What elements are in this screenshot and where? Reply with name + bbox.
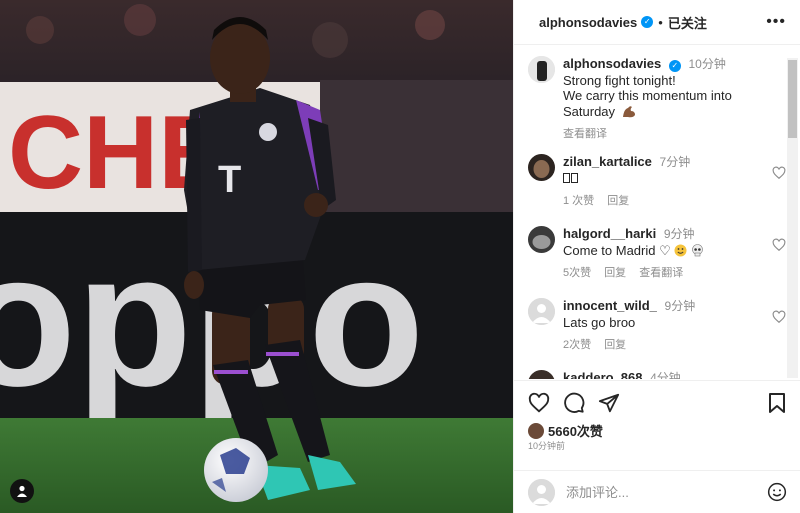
flexed-biceps-icon [622, 105, 635, 117]
comment-item: zilan_kartalice 7分钟 1 次赞 回复 [528, 154, 786, 210]
comment-likes[interactable]: 2次赞 [563, 339, 591, 351]
avatar-image [528, 154, 555, 181]
photo-scene: CHE oppo T [0, 0, 513, 513]
action-icons [528, 392, 620, 414]
more-options-icon[interactable]: ••• [766, 13, 786, 31]
post-photo[interactable]: CHE oppo T [0, 0, 513, 513]
post-side-panel: alphonsodavies ✓ • 已关注 ••• alphonsodavie… [513, 0, 800, 513]
jersey-logo: T [218, 159, 241, 201]
see-translation-link[interactable]: 查看翻译 [639, 267, 683, 279]
caption-line-3: Saturday [563, 104, 763, 120]
person-icon [17, 485, 27, 497]
likes-summary[interactable]: 5660次赞 [528, 421, 603, 440]
avatar-image [528, 226, 555, 253]
comment-body: halgord__harki 9分钟 Come to Madrid ♡ 5次赞 … [563, 226, 763, 282]
following-button[interactable]: 已关注 [668, 13, 707, 32]
comment-text: Come to Madrid ♡ [563, 243, 763, 259]
comment-username[interactable]: kaddero_868 [563, 370, 643, 379]
missing-glyph-icon [571, 172, 578, 183]
reply-button[interactable]: 回复 [607, 195, 629, 207]
comment-time: 4分钟 [650, 371, 681, 379]
comment-item: innocent_wild_ 9分钟 Lats go broo 2次赞 回复 [528, 298, 786, 354]
default-avatar-icon [528, 298, 555, 325]
like-heart-icon[interactable] [528, 392, 550, 414]
comment-text: Lats go broo [563, 314, 636, 330]
comment-username[interactable]: halgord__harki [563, 226, 656, 241]
caption-meta: 查看翻译 [563, 127, 763, 143]
scrollbar-thumb[interactable] [788, 60, 797, 138]
avatar[interactable] [528, 226, 555, 253]
comment-body: innocent_wild_ 9分钟 Lats go broo 2次赞 回复 [563, 298, 763, 354]
add-comment-input[interactable] [566, 484, 756, 500]
comment-text [563, 171, 763, 187]
avatar-image [528, 370, 555, 379]
comment-time: 7分钟 [659, 155, 691, 169]
verified-badge-icon: ✓ [641, 16, 654, 28]
caption-time: 10分钟 [688, 57, 726, 71]
comment-meta: 5次赞 回复 查看翻译 [563, 266, 763, 282]
default-avatar-icon [528, 478, 555, 506]
comment-likes[interactable]: 5次赞 [563, 267, 591, 279]
instagram-post-viewer: CHE oppo T [0, 0, 800, 513]
liker-avatar [528, 422, 544, 439]
like-comment-heart-icon[interactable] [772, 166, 786, 180]
caption-line-3-text: Saturday [563, 103, 616, 119]
tagged-user-icon[interactable] [10, 479, 34, 503]
caption-username[interactable]: alphonsodavies [563, 56, 661, 71]
avatar[interactable] [528, 56, 555, 83]
comment-username[interactable]: innocent_wild_ [563, 298, 657, 313]
comments-list[interactable]: alphonsodavies ✓ 10分钟 Strong fight tonig… [514, 46, 786, 379]
current-user-avatar [528, 478, 555, 506]
comment-meta: 1 次赞 回复 [563, 194, 763, 210]
comment-time: 9分钟 [663, 227, 695, 241]
reply-button[interactable]: 回复 [604, 339, 626, 351]
comment-item: halgord__harki 9分钟 Come to Madrid ♡ 5次赞 … [528, 226, 786, 282]
caption-line-1: Strong fight tonight! [563, 72, 676, 88]
like-comment-heart-icon[interactable] [772, 310, 786, 324]
save-bookmark-icon[interactable] [767, 392, 787, 414]
see-translation-link[interactable]: 查看翻译 [563, 128, 607, 140]
header-separator: • [658, 14, 663, 30]
skull-icon [692, 243, 703, 256]
comment-body: kaddero_868 4分钟 [563, 370, 763, 379]
caption-body: alphonsodavies ✓ 10分钟 Strong fight tonig… [563, 56, 763, 143]
missing-glyph-icon [563, 172, 570, 183]
comment-time: 9分钟 [664, 299, 696, 313]
comment-bubble-icon[interactable] [563, 392, 585, 414]
share-paper-plane-icon[interactable] [598, 392, 620, 414]
add-comment-bar [514, 470, 800, 513]
avatar[interactable] [528, 370, 555, 379]
post-timestamp: 10分钟前 [528, 441, 566, 451]
comment-meta: 2次赞 回复 [563, 338, 763, 354]
avatar-image [528, 56, 555, 83]
avatar[interactable] [528, 298, 555, 325]
comment-username[interactable]: zilan_kartalice [563, 154, 652, 169]
comments-scrollbar[interactable] [787, 58, 798, 378]
post-header: alphonsodavies ✓ • 已关注 ••• [514, 0, 800, 45]
reply-button[interactable]: 回复 [604, 267, 626, 279]
comment-item: kaddero_868 4分钟 [528, 370, 786, 379]
post-actions: 5660次赞 10分钟前 [514, 380, 800, 470]
like-comment-heart-icon[interactable] [772, 238, 786, 252]
smiling-face-icon [674, 244, 687, 256]
likes-count[interactable]: 5660次赞 [548, 421, 603, 440]
comment-likes[interactable]: 1 次赞 [563, 195, 594, 207]
caption: alphonsodavies ✓ 10分钟 Strong fight tonig… [528, 56, 786, 143]
emoji-picker-icon[interactable] [767, 482, 787, 502]
header-username[interactable]: alphonsodavies [539, 15, 637, 30]
verified-badge-icon: ✓ [668, 60, 681, 72]
avatar[interactable] [528, 154, 555, 181]
comment-text-content: Come to Madrid ♡ [563, 242, 671, 258]
comment-body: zilan_kartalice 7分钟 1 次赞 回复 [563, 154, 763, 210]
caption-line-2: We carry this momentum into [563, 88, 732, 103]
